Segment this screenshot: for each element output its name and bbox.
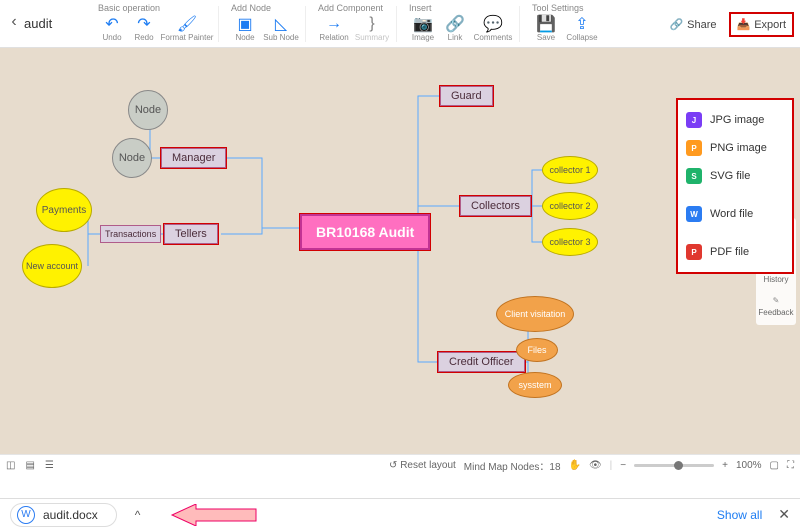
undo-button[interactable]: ↶Undo — [96, 14, 128, 42]
view-mode-2[interactable]: ▤ — [25, 460, 34, 471]
insert-link-button[interactable]: 🔗Link — [439, 14, 471, 42]
redo-icon: ↷ — [135, 15, 153, 33]
divider — [519, 6, 520, 42]
node-collector-2[interactable]: collector 2 — [542, 192, 598, 220]
divider — [305, 6, 306, 42]
eye-tool[interactable]: 👁 — [589, 460, 602, 471]
word-file-icon: W — [686, 206, 702, 222]
svg-file-icon: S — [686, 168, 702, 184]
word-doc-icon: W — [17, 506, 35, 524]
root-node[interactable]: BR10168 Audit — [300, 214, 430, 250]
image-icon: 📷 — [414, 15, 432, 33]
collapse-icon: ⇪ — [573, 15, 591, 33]
share-icon: 🔗 — [669, 18, 683, 31]
group-addcomp-label: Add Component — [316, 2, 392, 14]
file-chevron-up[interactable]: ^ — [135, 508, 141, 522]
node-guard[interactable]: Guard — [440, 86, 493, 106]
zoom-slider[interactable] — [634, 464, 714, 467]
save-button[interactable]: 💾Save — [530, 14, 562, 42]
node-manager[interactable]: Manager — [161, 148, 226, 168]
export-svg[interactable]: SSVG file — [682, 162, 788, 190]
link-icon: 🔗 — [446, 15, 464, 33]
node-client-visitation[interactable]: Client visitation — [496, 296, 574, 332]
export-jpg[interactable]: JJPG image — [682, 106, 788, 134]
export-png[interactable]: PPNG image — [682, 134, 788, 162]
node-collectors[interactable]: Collectors — [460, 196, 531, 216]
show-all-downloads[interactable]: Show all — [717, 508, 762, 522]
canvas-area: BR10168 Audit Manager Tellers Transactio… — [0, 48, 800, 476]
export-icon: 📥 — [737, 18, 751, 31]
document-title-input[interactable] — [24, 16, 84, 31]
export-pdf[interactable]: PPDF file — [682, 238, 788, 266]
downloaded-file-chip[interactable]: W audit.docx — [10, 503, 117, 527]
close-download-bar[interactable]: ✕ — [778, 506, 790, 523]
back-button[interactable]: ‹ — [4, 2, 24, 42]
node-new-account[interactable]: New account — [22, 244, 82, 288]
add-node-button[interactable]: ▣Node — [229, 14, 261, 42]
save-icon: 💾 — [537, 15, 555, 33]
node-files[interactable]: Files — [516, 338, 558, 362]
insert-comments-button[interactable]: 💬Comments — [471, 14, 515, 42]
png-file-icon: P — [686, 140, 702, 156]
canvas-status-bar: ◫ ▤ ☰ ↺ Reset layout Mind Map Nodes：18 ✋… — [0, 454, 800, 476]
export-word[interactable]: WWord file — [682, 200, 788, 228]
node-payments[interactable]: Payments — [36, 188, 92, 232]
view-mode-1[interactable]: ◫ — [6, 460, 15, 471]
node-transactions[interactable]: Transactions — [100, 225, 161, 243]
undo-icon: ↶ — [103, 15, 121, 33]
summary-button[interactable]: }Summary — [352, 14, 392, 42]
subnode-icon: ◺ — [272, 15, 290, 33]
redo-button[interactable]: ↷Redo — [128, 14, 160, 42]
summary-icon: } — [363, 15, 381, 33]
node-ellipse-1[interactable]: Node — [128, 90, 168, 130]
group-addnode-label: Add Node — [229, 2, 301, 14]
node-collector-3[interactable]: collector 3 — [542, 228, 598, 256]
divider — [396, 6, 397, 42]
top-toolbar: ‹ Basic operation ↶Undo ↷Redo 🖌Format Pa… — [0, 0, 800, 48]
feedback-icon: ✎ — [768, 292, 784, 308]
reset-layout-button[interactable]: ↺ Reset layout — [389, 460, 456, 471]
export-menu: JJPG image PPNG image SSVG file WWord fi… — [676, 98, 794, 274]
share-button[interactable]: 🔗Share — [663, 14, 722, 35]
node-count-display: Mind Map Nodes：18 — [464, 458, 561, 473]
format-painter-icon: 🖌 — [178, 15, 196, 33]
collapse-button[interactable]: ⇪Collapse — [562, 14, 602, 42]
add-subnode-button[interactable]: ◺Sub Node — [261, 14, 301, 42]
hand-tool[interactable]: ✋ — [569, 460, 581, 471]
download-bar: W audit.docx ^ Show all ✕ — [0, 498, 800, 530]
pdf-file-icon: P — [686, 244, 702, 260]
zoom-out[interactable]: − — [620, 460, 626, 471]
pink-arrow-annotation — [168, 504, 258, 526]
view-mode-3[interactable]: ☰ — [45, 460, 54, 471]
node-icon: ▣ — [236, 15, 254, 33]
zoom-in[interactable]: + — [722, 460, 728, 471]
insert-image-button[interactable]: 📷Image — [407, 14, 439, 42]
downloaded-filename: audit.docx — [43, 508, 98, 522]
group-basic-label: Basic operation — [96, 2, 214, 14]
feedback-button[interactable]: ✎Feedback — [756, 288, 796, 321]
node-ellipse-2[interactable]: Node — [112, 138, 152, 178]
format-painter-button[interactable]: 🖌Format Painter — [160, 14, 214, 42]
zoom-level: 100% — [736, 460, 762, 471]
node-tellers[interactable]: Tellers — [164, 224, 218, 244]
relation-icon: → — [325, 15, 343, 33]
group-insert-label: Insert — [407, 2, 515, 14]
comments-icon: 💬 — [484, 15, 502, 33]
group-toolsettings-label: Tool Settings — [530, 2, 602, 14]
export-button[interactable]: 📥Export — [729, 12, 795, 37]
jpg-file-icon: J — [686, 112, 702, 128]
node-system[interactable]: sysstem — [508, 372, 562, 398]
node-collector-1[interactable]: collector 1 — [542, 156, 598, 184]
relation-button[interactable]: →Relation — [316, 14, 352, 42]
fullscreen[interactable]: ⛶ — [787, 460, 794, 471]
node-credit-officer[interactable]: Credit Officer — [438, 352, 525, 372]
fit-screen[interactable]: ▢ — [770, 460, 779, 471]
divider — [218, 6, 219, 42]
